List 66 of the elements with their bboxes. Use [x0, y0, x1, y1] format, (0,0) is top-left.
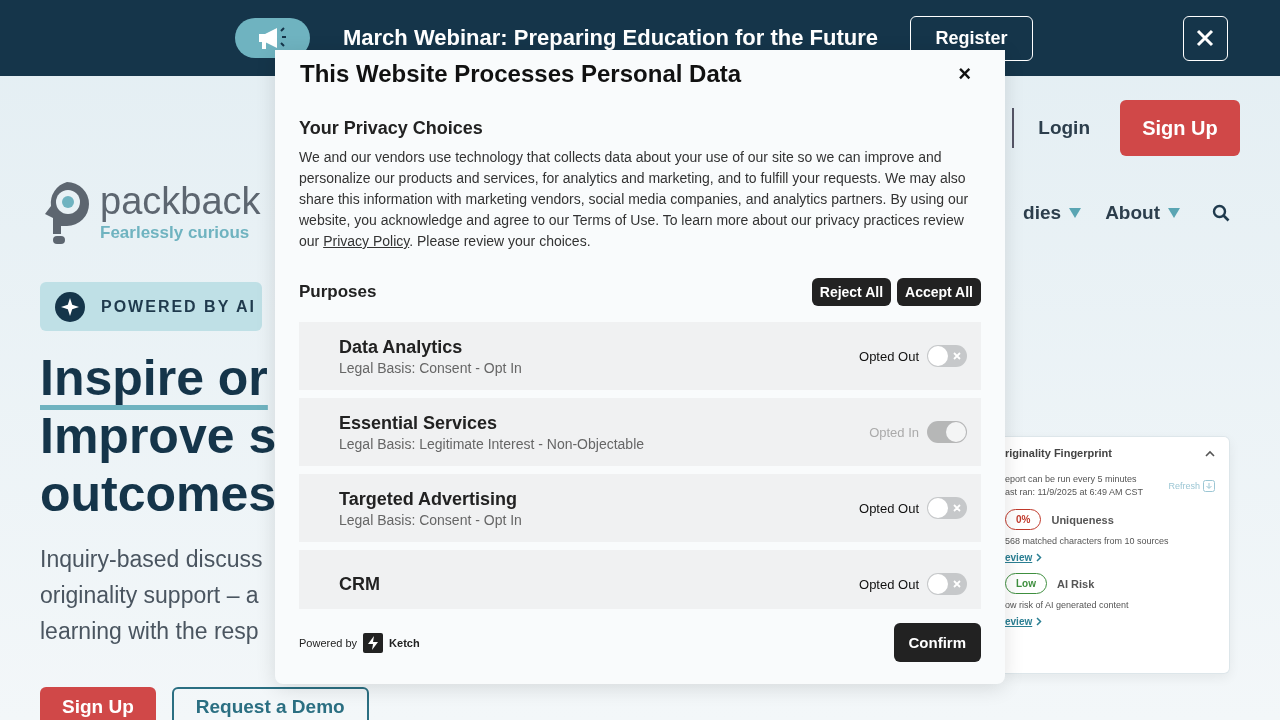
consent-toggle[interactable]: [927, 497, 967, 519]
search-icon[interactable]: [1212, 204, 1230, 222]
metric-detail: ow risk of AI generated content: [1005, 600, 1130, 610]
review-link[interactable]: eview: [1005, 616, 1033, 627]
legal-basis-text: Legal Basis: Consent - Opt In: [339, 511, 523, 528]
headline-line: Inspire or: [40, 349, 269, 407]
card-title: riginality Fingerprint: [1005, 447, 1112, 459]
confirm-button[interactable]: Confirm: [893, 623, 981, 662]
chevron-up-icon[interactable]: [1205, 449, 1215, 457]
accept-all-button[interactable]: Accept All: [897, 278, 981, 306]
webinar-message: March Webinar: Preparing Education for the Future: [343, 25, 878, 51]
metric-detail: 568 matched characters from 10 sources: [1005, 536, 1170, 546]
description-line: originality support – a: [40, 581, 260, 610]
headline-line: Improve s: [40, 407, 275, 465]
consent-toggle[interactable]: [927, 345, 967, 367]
chevron-right-icon: [1036, 617, 1043, 626]
close-button[interactable]: ×: [954, 61, 975, 87]
section-heading: Your Privacy Choices: [299, 118, 484, 139]
reject-all-button[interactable]: Reject All: [811, 278, 892, 306]
close-button[interactable]: [1183, 15, 1228, 61]
review-link[interactable]: eview: [1005, 552, 1033, 563]
brand-name: Ketch: [389, 636, 421, 649]
privacy-intro-text: We and our vendors use technology that collects data about your use of our site so we can improve and personalize our products and services, for analytics and marketing, and to fulfill your requests. We may also share this information with marketing vendors, social media companies, and analytics partners. By using our website, you acknowledge and agree to our Terms of Use. To learn more about our privacy practices review our Privacy Policy. Please review your choices.: [299, 148, 970, 251]
legal-basis-text: Legal Basis: Legitimate Interest - Non-Objectable: [339, 435, 646, 452]
consent-status: Opted In: [869, 424, 919, 440]
close-icon: [1195, 28, 1216, 48]
nav-menu-item[interactable]: dies: [1023, 202, 1062, 224]
metric-badge: Low: [1005, 573, 1047, 594]
consent-status: Opted Out: [859, 348, 919, 364]
purposes-heading: Purposes: [299, 282, 377, 302]
purpose-name: Data Analytics: [339, 336, 464, 358]
legal-basis-text: Legal Basis: Consent - Opt In: [339, 359, 523, 376]
x-mark-icon: [953, 504, 961, 512]
report-note: ast ran: 11/9/2025 at 6:49 AM CST: [1005, 486, 1144, 499]
nav-menu-item[interactable]: About: [1105, 202, 1160, 224]
ketch-logo-icon: [363, 632, 384, 653]
purpose-name: CRM: [339, 573, 381, 595]
description-line: learning with the resp: [40, 617, 260, 646]
description-line: Inquiry-based discuss: [40, 545, 264, 574]
request-demo-button[interactable]: Request a Demo: [171, 687, 369, 720]
headline-line: outcomes: [40, 465, 275, 523]
x-mark-icon: [953, 580, 961, 588]
metric-badge: 0%: [1005, 509, 1042, 530]
head-bulb-logo-icon: [42, 180, 92, 246]
consent-status: Opted Out: [859, 500, 919, 516]
consent-toggle[interactable]: [927, 573, 967, 595]
metric-label: AI Risk: [1057, 577, 1095, 590]
report-note: eport can be run every 5 minutes: [1005, 473, 1138, 486]
purpose-name: Targeted Advertising: [339, 488, 519, 510]
sign-up-button[interactable]: Sign Up: [1120, 100, 1240, 156]
logo-wordmark: packback: [100, 181, 261, 221]
caret-down-icon: [1069, 208, 1082, 218]
refresh-icon[interactable]: [1203, 480, 1215, 492]
logo-tagline: Fearlessly curious: [100, 222, 251, 244]
consent-status: Opted Out: [859, 576, 919, 592]
x-mark-icon: [953, 352, 961, 360]
badge-label: POWERED BY AI: [101, 297, 256, 316]
chevron-right-icon: [1036, 553, 1043, 562]
login-link[interactable]: Login: [1038, 117, 1090, 139]
purpose-name: Essential Services: [339, 412, 499, 434]
metric-label: Uniqueness: [1051, 513, 1114, 526]
powered-by-text: Powered by: [299, 636, 358, 649]
sign-up-button[interactable]: Sign Up: [40, 687, 156, 720]
dialog-title: This Website Processes Personal Data: [300, 60, 742, 88]
sparkle-icon: [55, 291, 85, 322]
caret-down-icon: [1168, 208, 1180, 218]
